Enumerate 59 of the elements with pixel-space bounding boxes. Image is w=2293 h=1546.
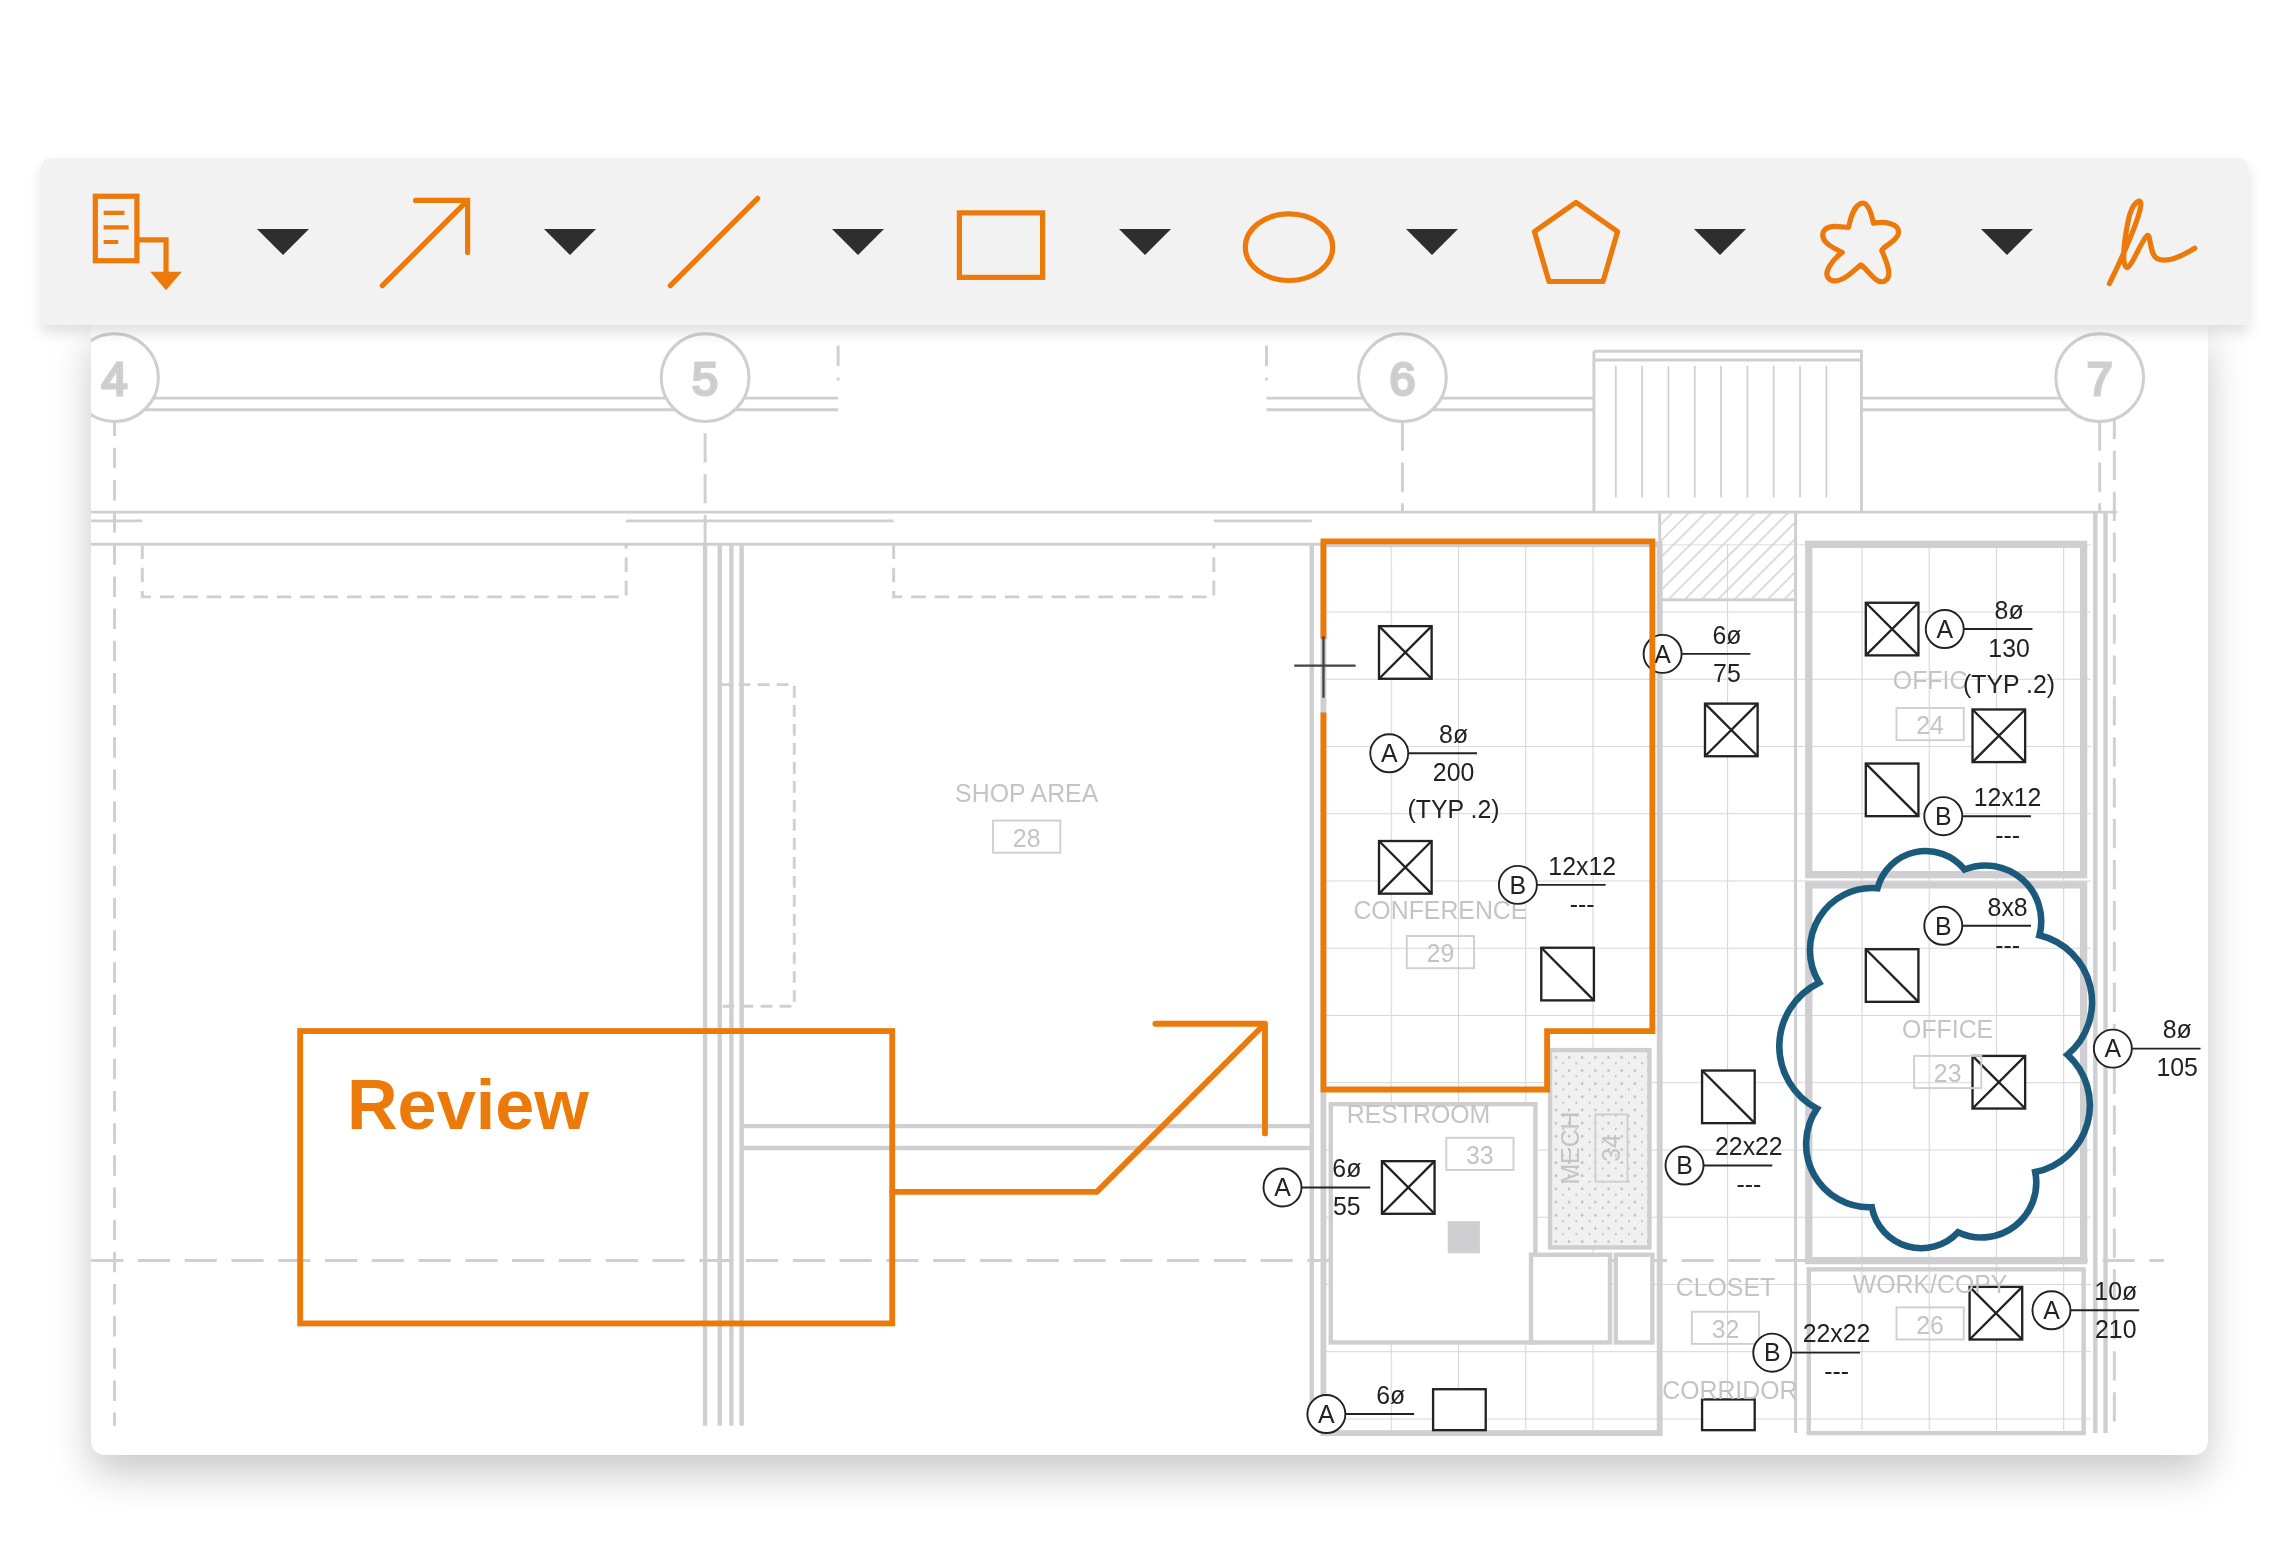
room-number: 26 — [1895, 1306, 1965, 1341]
return-grille-symbol — [1864, 762, 1920, 818]
callout-text: Review — [346, 1065, 589, 1144]
room-name: CLOSET — [1675, 1273, 1776, 1301]
airflow-label: 130 — [1988, 634, 2030, 662]
dropdown-button[interactable] — [1404, 226, 1461, 257]
airflow-label: --- — [1569, 890, 1595, 918]
duct-size-label: 6ø — [1332, 1155, 1362, 1183]
crosshair-cursor-icon — [1293, 635, 1357, 699]
supply-diffuser-symbol — [1971, 1054, 2027, 1110]
duct-size-label: 8ø — [1994, 596, 2024, 624]
duct-size-label: 8x8 — [1987, 893, 2028, 921]
supply-diffuser-symbol — [1377, 839, 1433, 895]
room-number: 29 — [1405, 935, 1475, 970]
return-grille-symbol — [1700, 1398, 1756, 1432]
dropdown-button[interactable] — [1979, 226, 2036, 257]
room-number: 32 — [1690, 1310, 1761, 1345]
supply-diffuser-symbol — [1703, 702, 1759, 758]
supply-diffuser-symbol — [1864, 601, 1920, 657]
room-number: 28 — [992, 819, 1062, 854]
room-name: CONFERENCE — [1353, 896, 1528, 924]
room-name: RESTROOM — [1346, 1101, 1491, 1129]
duct-size-label: 22x22 — [1802, 1320, 1871, 1348]
note-label: (TYP .2) — [1407, 795, 1500, 823]
airflow-label: 210 — [2095, 1316, 2137, 1344]
duct-size-label: 6ø — [1712, 621, 1742, 649]
duct-size-label: 10ø — [2094, 1278, 2138, 1306]
room-name: CORRIDOR — [1662, 1377, 1798, 1405]
caret-icon — [1979, 226, 2036, 257]
caret-icon — [1404, 226, 1461, 257]
airflow-label: --- — [1824, 1358, 1849, 1386]
duct-size-label: 12x12 — [1548, 852, 1617, 880]
supply-diffuser-symbol — [1971, 708, 2027, 764]
return-grille-symbol — [1700, 1069, 1756, 1125]
airflow-label: 105 — [2156, 1054, 2198, 1082]
airflow-label: --- — [1995, 931, 2020, 959]
duct-size-label: 6ø — [1376, 1381, 1406, 1409]
supply-diffuser-symbol — [1380, 1160, 1436, 1215]
caret-icon — [542, 226, 599, 257]
supply-diffuser-symbol — [1431, 1388, 1487, 1432]
airflow-label: 200 — [1432, 759, 1475, 787]
room-number: 33 — [1445, 1136, 1515, 1171]
room-name: WORK/COPY — [1852, 1270, 2008, 1298]
airflow-label: 75 — [1713, 659, 1741, 687]
return-grille-symbol — [1864, 948, 1920, 1003]
room-number: 23 — [1913, 1054, 1983, 1090]
duct-size-label: 8ø — [2162, 1016, 2192, 1044]
airflow-label: --- — [1995, 821, 2020, 849]
duct-size-label: 22x22 — [1715, 1133, 1783, 1161]
room-name: OFFICE — [1902, 1016, 1994, 1044]
duct-size-label: 12x12 — [1973, 783, 2042, 811]
airflow-label: --- — [1736, 1171, 1762, 1199]
dropdown-button[interactable] — [542, 226, 599, 257]
airflow-label: 55 — [1333, 1193, 1361, 1221]
room-name: SHOP AREA — [955, 779, 1099, 807]
return-grille-symbol — [1540, 946, 1596, 1002]
room-number: 24 — [1895, 707, 1965, 742]
supply-diffuser-symbol — [1377, 624, 1433, 680]
duct-size-label: 8ø — [1439, 721, 1469, 749]
